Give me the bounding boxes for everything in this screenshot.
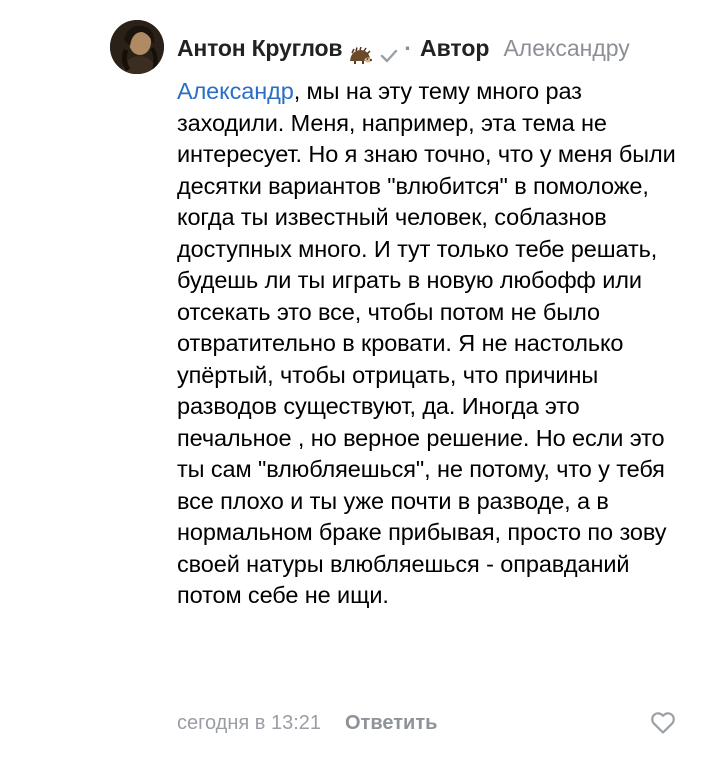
reply-to-name[interactable]: Александру [503, 30, 629, 66]
avatar[interactable] [110, 20, 164, 74]
hedgehog-emoji-icon [348, 39, 373, 64]
mention-link[interactable]: Александр [177, 78, 294, 104]
reply-button[interactable]: Ответить [345, 712, 437, 735]
author-badge: Автор [419, 35, 490, 61]
comment-body: , мы на эту тему много раз заходили. Мен… [177, 78, 676, 608]
comment-header: Антон Круглов · Автор Александру [177, 30, 630, 66]
separator-dot: · [404, 35, 412, 61]
heart-outline-icon[interactable] [650, 711, 676, 735]
comment-footer: сегодня в 13:21 Ответить [177, 708, 437, 738]
comment-timestamp: сегодня в 13:21 [177, 711, 321, 734]
comment-text: Александр, мы на эту тему много раз захо… [177, 76, 677, 612]
author-name[interactable]: Антон Круглов [177, 30, 342, 66]
verified-check-icon [380, 39, 398, 63]
